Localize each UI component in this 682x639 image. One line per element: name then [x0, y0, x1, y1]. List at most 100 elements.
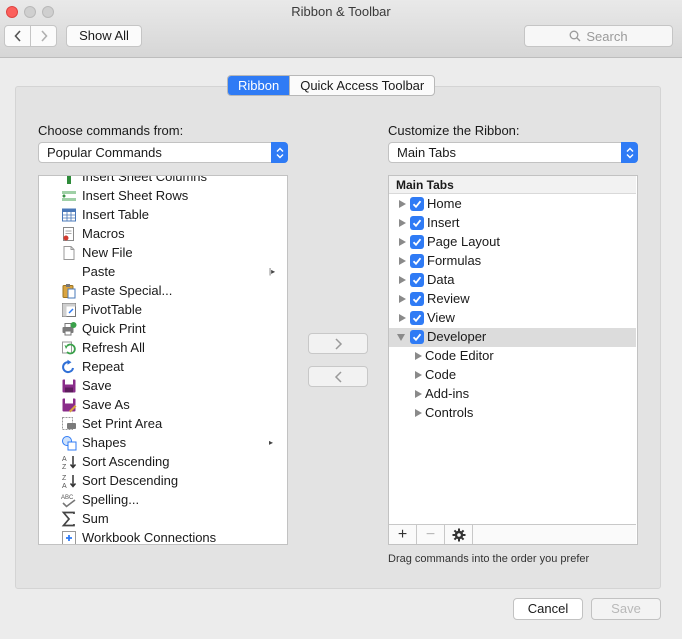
print-area-icon: [61, 416, 77, 432]
svg-text:Z: Z: [62, 475, 67, 482]
command-item[interactable]: Paste Special...: [39, 281, 286, 300]
add-to-ribbon-button[interactable]: [308, 333, 368, 354]
cancel-button[interactable]: Cancel: [513, 598, 583, 620]
ribbon-tab-row[interactable]: View: [389, 309, 636, 328]
command-item[interactable]: Insert Table: [39, 205, 286, 224]
tab-checkbox[interactable]: [410, 273, 424, 287]
command-item[interactable]: Insert Sheet Rows: [39, 186, 286, 205]
command-item[interactable]: Sum: [39, 509, 286, 528]
tab-checkbox[interactable]: [410, 216, 424, 230]
search-field[interactable]: Search: [524, 25, 673, 47]
tab-checkbox[interactable]: [410, 311, 424, 325]
tab-label: Review: [427, 291, 470, 306]
tab-checkbox[interactable]: [410, 254, 424, 268]
chevron-right-icon: [334, 337, 342, 350]
command-item[interactable]: Save: [39, 376, 286, 395]
tab-label: Data: [427, 272, 455, 287]
command-item[interactable]: Refresh All: [39, 338, 286, 357]
disclosure-closed-icon[interactable]: [415, 352, 422, 360]
developer-group-row[interactable]: Controls: [389, 404, 636, 423]
ribbon-tab-row[interactable]: Review: [389, 290, 636, 309]
tab-checkbox[interactable]: [410, 235, 424, 249]
tab-options-button[interactable]: [445, 525, 473, 544]
command-item[interactable]: Macros: [39, 224, 286, 243]
remove-tab-button[interactable]: −: [417, 525, 445, 544]
chevron-left-icon: [334, 370, 342, 383]
developer-group-row[interactable]: Code Editor: [389, 347, 636, 366]
customize-ribbon-label: Customize the Ribbon:: [388, 123, 520, 138]
command-item[interactable]: Z A Sort Descending: [39, 471, 286, 490]
group-label: Add-ins: [425, 386, 470, 401]
ribbon-tab-row[interactable]: Insert: [389, 214, 636, 233]
command-item[interactable]: PivotTable: [39, 300, 286, 319]
tab-selector: Ribbon Quick Access Toolbar: [227, 75, 436, 96]
disclosure-open-icon[interactable]: [397, 334, 405, 341]
command-item[interactable]: Repeat: [39, 357, 286, 376]
tab-checkbox[interactable]: [410, 330, 424, 344]
command-item[interactable]: Set Print Area: [39, 414, 286, 433]
tab-ribbon[interactable]: Ribbon: [228, 76, 290, 95]
tree-footer-toolbar: + −: [389, 524, 636, 544]
remove-from-ribbon-button[interactable]: [308, 366, 368, 387]
command-item[interactable]: Shapes ▸: [39, 433, 286, 452]
ribbon-tab-row[interactable]: Developer: [389, 328, 636, 347]
command-item[interactable]: Insert Sheet Columns: [39, 176, 286, 186]
tab-label: Insert: [427, 215, 460, 230]
disclosure-closed-icon[interactable]: [399, 219, 406, 227]
disclosure-closed-icon[interactable]: [399, 314, 406, 322]
commands-list[interactable]: Insert Sheet Columns Insert Sheet Rows Ins…: [38, 175, 288, 545]
command-label: Repeat: [82, 359, 124, 374]
back-button[interactable]: [5, 26, 30, 46]
checkmark-icon: [412, 257, 422, 266]
disclosure-closed-icon[interactable]: [415, 409, 422, 417]
title-bar: Ribbon & Toolbar Show All Search: [0, 0, 682, 58]
command-item[interactable]: Quick Print: [39, 319, 286, 338]
command-item[interactable]: Save As: [39, 395, 286, 414]
ribbon-tab-row[interactable]: Page Layout: [389, 233, 636, 252]
developer-group-row[interactable]: Add-ins: [389, 385, 636, 404]
forward-button[interactable]: [30, 26, 56, 46]
tab-label: Page Layout: [427, 234, 501, 249]
svg-text:A: A: [62, 483, 67, 489]
table-icon: [61, 207, 77, 223]
save-as-icon: [61, 397, 77, 413]
disclosure-closed-icon[interactable]: [399, 276, 406, 284]
disclosure-closed-icon[interactable]: [415, 390, 422, 398]
connections-icon: [61, 530, 77, 544]
tab-checkbox[interactable]: [410, 292, 424, 306]
ribbon-tab-row[interactable]: Home: [389, 195, 636, 214]
tab-checkbox[interactable]: [410, 197, 424, 211]
disclosure-closed-icon[interactable]: [399, 257, 406, 265]
pivot-table-icon: [61, 302, 77, 318]
save-button[interactable]: Save: [591, 598, 661, 620]
sort-ascending-icon: AZ: [61, 454, 77, 470]
disclosure-closed-icon[interactable]: [415, 371, 422, 379]
command-label: Sum: [82, 511, 109, 526]
show-all-button[interactable]: Show All: [66, 25, 142, 47]
disclosure-closed-icon[interactable]: [399, 295, 406, 303]
command-item[interactable]: Paste |▸: [39, 262, 286, 281]
command-item[interactable]: New File: [39, 243, 286, 262]
developer-group-row[interactable]: Code: [389, 366, 636, 385]
ribbon-tab-row[interactable]: Formulas: [389, 252, 636, 271]
disclosure-closed-icon[interactable]: [399, 238, 406, 246]
tab-label: Developer: [427, 329, 487, 344]
updown-chevron-icon: [271, 142, 288, 163]
disclosure-closed-icon[interactable]: [399, 200, 406, 208]
tab-quick-access-toolbar[interactable]: Quick Access Toolbar: [289, 76, 434, 95]
command-label: Sort Descending: [82, 473, 179, 488]
command-item[interactable]: A Z Sort Ascending: [39, 452, 286, 471]
group-label: Code: [425, 367, 457, 382]
command-label: Insert Table: [82, 207, 149, 222]
command-item[interactable]: ABC Spelling...: [39, 490, 286, 509]
ribbon-scope-dropdown[interactable]: Main Tabs: [388, 142, 638, 163]
ribbon-tab-row[interactable]: Data: [389, 271, 636, 290]
add-tab-button[interactable]: +: [389, 525, 417, 544]
command-label: Save: [82, 378, 112, 393]
new-file-icon: [61, 245, 77, 261]
command-item[interactable]: Workbook Connections: [39, 528, 286, 544]
ribbon-tabs-tree[interactable]: Main Tabs Home Insert Page Layout Formulas D…: [388, 175, 638, 545]
gear-icon: [452, 528, 465, 541]
commands-source-dropdown[interactable]: Popular Commands: [38, 142, 288, 163]
checkmark-icon: [412, 276, 422, 285]
